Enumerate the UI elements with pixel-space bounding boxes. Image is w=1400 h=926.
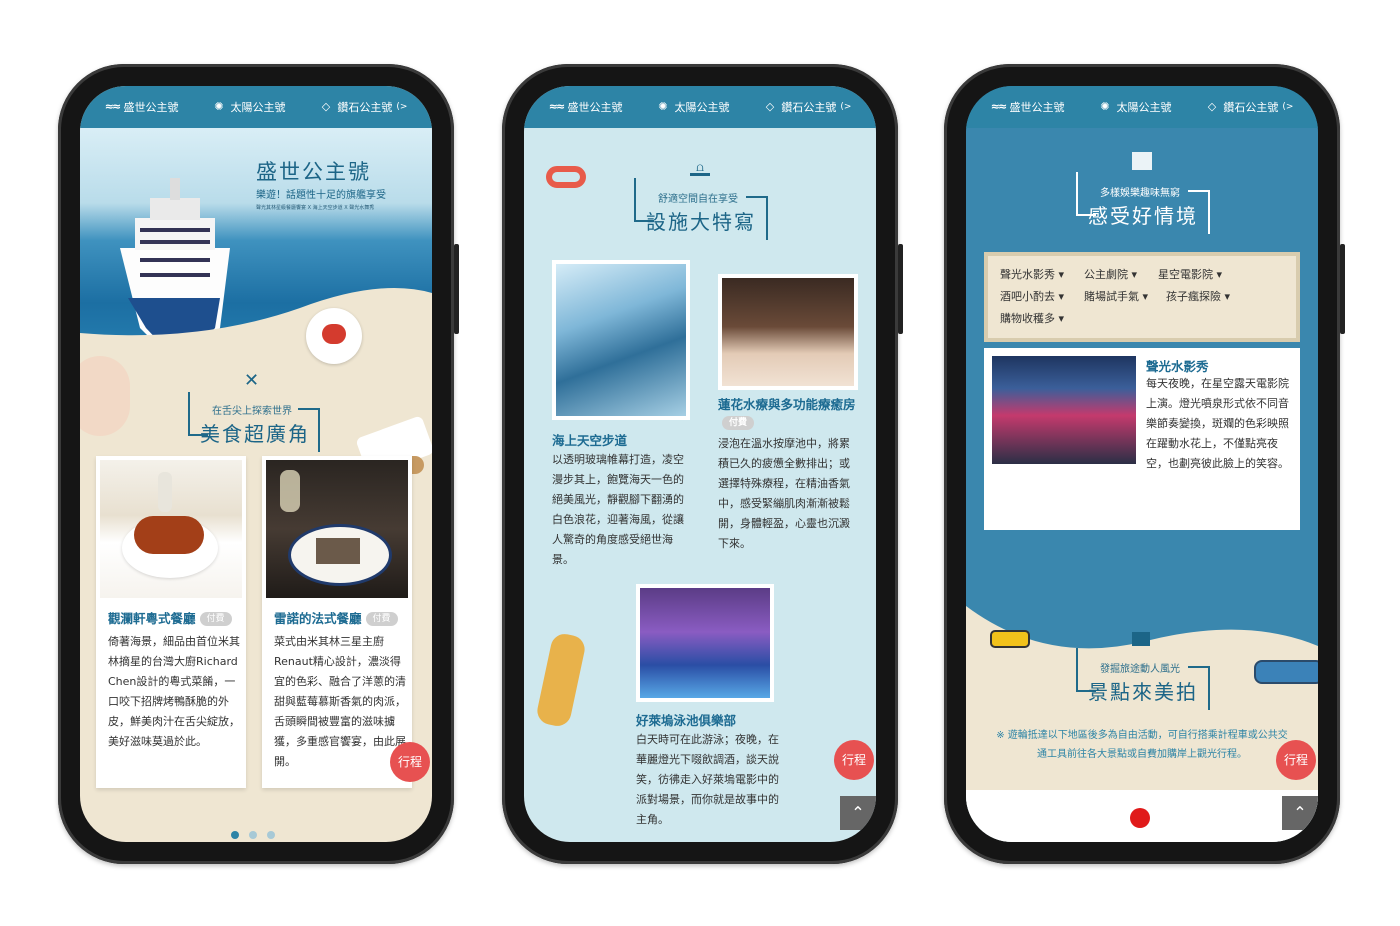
scenic-section-title: 景點來美拍 bbox=[1088, 680, 1198, 704]
restaurant-card-french[interactable]: 雷諾的法式餐廳 付費 菜式由米其林三星主廚Renaut精心設計，濃淡得宜的色彩、融… bbox=[262, 456, 412, 788]
theater-icon bbox=[1132, 152, 1152, 170]
skywalk-title: 海上天空步道 bbox=[552, 433, 628, 448]
scroll-top-button[interactable]: ⌃ bbox=[840, 796, 876, 830]
wave-icon: ≈≈ bbox=[990, 100, 1007, 113]
sun-icon: ✺ bbox=[1100, 100, 1110, 113]
taxi-deco bbox=[990, 630, 1030, 648]
float-ring-deco bbox=[546, 166, 586, 188]
nav-item-diamond[interactable]: ◇ 鑽石公主號 (> bbox=[318, 99, 408, 115]
paid-badge: 付費 bbox=[365, 611, 398, 626]
facility-section-sub: 舒適空間自在享受 bbox=[658, 194, 738, 205]
dropdown-movies[interactable]: 星空電影院 ▾ bbox=[1158, 266, 1222, 282]
itinerary-button[interactable]: 行程 bbox=[834, 740, 874, 780]
sun-icon: ✺ bbox=[214, 100, 224, 113]
phone-mockup-1: ≈≈ 盛世公主號 ✺ 太陽公主號 ◇ 鑽石公主號 (> 盛世公主號 樂遊！話題性… bbox=[58, 64, 459, 864]
swimmer-deco bbox=[534, 631, 588, 729]
nav-item-diamond[interactable]: ◇ 鑽石公主號 (> bbox=[1204, 99, 1294, 115]
food-section-title: 美食超廣角 bbox=[200, 422, 310, 446]
shore-note: ※ 遊輪抵達以下地區後多為自由活動，可自行搭乘計程車或公共交通工具前往各大景點或… bbox=[996, 730, 1288, 760]
hero-sea-image: 盛世公主號 樂遊！話題性十足的旗艦享受 聲光其林星級餐廳饗宴 X 海上天空步道 … bbox=[80, 128, 432, 378]
skywalk-text: 以透明玻璃帷幕打造，凌空漫步其上，飽覽海天一色的絕美風光，靜觀腳下翻湧的白色浪花… bbox=[552, 453, 684, 566]
french-dish-photo bbox=[266, 460, 408, 598]
sun-icon: ✺ bbox=[658, 100, 668, 113]
nav-item-sun[interactable]: ✺ 太陽公主號 bbox=[211, 99, 285, 115]
dropdown-bar[interactable]: 酒吧小酌去 ▾ bbox=[1000, 288, 1064, 304]
pool-club-text: 白天時可在此游泳；夜晚，在華麗燈光下啜飲調酒，談天說笑，彷彿走入好萊塢電影中的派… bbox=[636, 733, 779, 826]
fountain-show-title: 聲光水影秀 bbox=[1146, 359, 1209, 374]
nav-item-majestic[interactable]: ≈≈ 盛世公主號 bbox=[104, 99, 179, 115]
skywalk-photo bbox=[552, 260, 690, 420]
dropdown-princess-theater[interactable]: 公主劇院 ▾ bbox=[1084, 266, 1137, 282]
chevron-up-icon: ⌃ bbox=[851, 803, 865, 822]
spa-photo bbox=[718, 274, 858, 390]
scroll-top-button[interactable]: ⌃ bbox=[1282, 796, 1318, 830]
dropdown-kids[interactable]: 孩子瘋探險 ▾ bbox=[1166, 288, 1230, 304]
scenic-section-sub: 發掘旅途動人風光 bbox=[1100, 664, 1180, 675]
phone-mockup-3: ≈≈ 盛世公主號 ✺ 太陽公主號 ◇ 鑽石公主號 (> 多樣娛樂趣味無窮 感受好情境 聲… bbox=[944, 64, 1345, 864]
nav-item-sun[interactable]: ✺ 太陽公主號 bbox=[1097, 99, 1171, 115]
bread-image bbox=[80, 356, 130, 436]
fountain-show-text: 每天夜晚，在星空露天電影院上演。燈光噴泉形式依不同音樂節奏變換，斑斕的色彩映照在… bbox=[1146, 377, 1289, 470]
entertainment-section-title: 感受好情境 bbox=[1088, 204, 1198, 228]
facility-section-title: 設施大特寫 bbox=[646, 210, 756, 234]
screen-2: ≈≈ 盛世公主號 ✺ 太陽公主號 ◇ 鑽石公主號 (> ⩍ 舒適空間自在享受 設施大特寫… bbox=[524, 86, 876, 842]
bus-deco bbox=[1254, 660, 1318, 684]
fountain-show-photo bbox=[992, 356, 1136, 464]
entertainment-section-sub: 多樣娛樂趣味無窮 bbox=[1100, 188, 1180, 199]
itinerary-button[interactable]: 行程 bbox=[390, 742, 430, 782]
spa-title: 蓮花水療與多功能療癒房付費 bbox=[718, 397, 856, 430]
category-dropdown-panel: 聲光水影秀 ▾ 公主劇院 ▾ 星空電影院 ▾ 酒吧小酌去 ▾ 賭場試手氣 ▾ 孩… bbox=[984, 252, 1300, 342]
roast-duck-photo bbox=[100, 460, 242, 598]
wave-icon: ≈≈ bbox=[548, 100, 565, 113]
card-title: 雷諾的法式餐廳 bbox=[274, 611, 362, 626]
landscape-icon bbox=[1132, 632, 1150, 646]
paid-badge: 付費 bbox=[199, 611, 232, 626]
dropdown-casino[interactable]: 賭場試手氣 ▾ bbox=[1084, 288, 1148, 304]
hero-title: 盛世公主號 bbox=[256, 160, 371, 184]
pool-icon: ⩍ bbox=[690, 160, 710, 176]
cutlery-icon: ✕ bbox=[244, 370, 260, 391]
screen-3: ≈≈ 盛世公主號 ✺ 太陽公主號 ◇ 鑽石公主號 (> 多樣娛樂趣味無窮 感受好情境 聲… bbox=[966, 86, 1318, 842]
card-title: 觀瀾軒粵式餐廳 bbox=[108, 611, 196, 626]
hero-small-text: 聲光其林星級餐廳饗宴 X 海上天空步道 X 聲光水舞秀 bbox=[256, 205, 375, 211]
nav-item-diamond[interactable]: ◇ 鑽石公主號 (> bbox=[762, 99, 852, 115]
dropdown-shopping[interactable]: 購物收穫多 ▾ bbox=[1000, 310, 1064, 326]
pool-club-title: 好萊塢泳池俱樂部 bbox=[636, 713, 737, 728]
nav-item-majestic[interactable]: ≈≈ 盛世公主號 bbox=[548, 99, 623, 115]
itinerary-button[interactable]: 行程 bbox=[1276, 740, 1316, 780]
wave-icon: ≈≈ bbox=[104, 100, 121, 113]
carousel-dots[interactable] bbox=[226, 824, 280, 842]
nav-item-majestic[interactable]: ≈≈ 盛世公主號 bbox=[990, 99, 1065, 115]
japan-flag-icon[interactable] bbox=[1130, 808, 1150, 828]
screen-1: ≈≈ 盛世公主號 ✺ 太陽公主號 ◇ 鑽石公主號 (> 盛世公主號 樂遊！話題性… bbox=[80, 86, 432, 842]
nav-item-sun[interactable]: ✺ 太陽公主號 bbox=[655, 99, 729, 115]
top-nav: ≈≈ 盛世公主號 ✺ 太陽公主號 ◇ 鑽石公主號 (> bbox=[80, 86, 432, 128]
diamond-icon: ◇ bbox=[765, 100, 775, 113]
paid-badge: 付費 bbox=[722, 415, 755, 430]
hero-subtitle: 樂遊！話題性十足的旗艦享受 bbox=[256, 190, 386, 201]
chevron-up-icon: ⌃ bbox=[1293, 803, 1307, 822]
diamond-icon: ◇ bbox=[1207, 100, 1217, 113]
pool-club-photo bbox=[636, 584, 774, 702]
tomato-plate-image bbox=[306, 308, 362, 364]
card-text: 菜式由米其林三星主廚Renaut精心設計，濃淡得宜的色彩、融合了洋蔥的清甜與藍莓… bbox=[274, 635, 406, 768]
top-nav: ≈≈ 盛世公主號 ✺ 太陽公主號 ◇ 鑽石公主號 (> bbox=[524, 86, 876, 128]
food-section-sub: 在舌尖上探索世界 bbox=[212, 406, 292, 417]
diamond-icon: ◇ bbox=[321, 100, 331, 113]
top-nav: ≈≈ 盛世公主號 ✺ 太陽公主號 ◇ 鑽石公主號 (> bbox=[966, 86, 1318, 128]
card-text: 倚著海景，細品由首位米其林摘星的台灣大廚Richard Chen設計的粵式菜餚，… bbox=[108, 635, 240, 748]
dropdown-fountain-show[interactable]: 聲光水影秀 ▾ bbox=[1000, 266, 1064, 282]
fountain-show-card: 聲光水影秀 每天夜晚，在星空露天電影院上演。燈光噴泉形式依不同音樂節奏變換，斑斕… bbox=[984, 348, 1300, 530]
phone-mockup-2: ≈≈ 盛世公主號 ✺ 太陽公主號 ◇ 鑽石公主號 (> ⩍ 舒適空間自在享受 設施大特寫… bbox=[502, 64, 903, 864]
restaurant-card-cantonese[interactable]: 觀瀾軒粵式餐廳 付費 倚著海景，細品由首位米其林摘星的台灣大廚Richard Ch… bbox=[96, 456, 246, 788]
spa-text: 浸泡在溫水按摩池中，將累積已久的疲憊全數排出；或選擇特殊療程，在精油香氣中，感受… bbox=[718, 437, 850, 550]
